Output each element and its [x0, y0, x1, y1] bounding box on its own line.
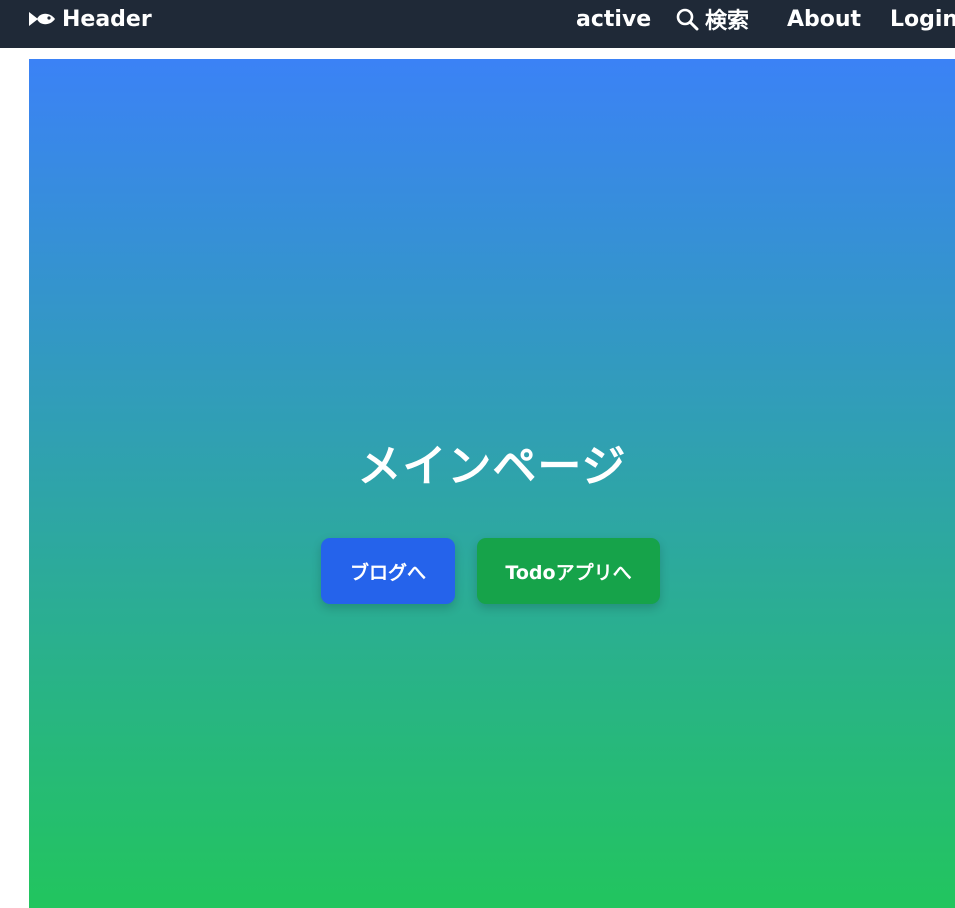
nav-search-link[interactable]: 検索: [675, 0, 749, 38]
nav-search-label: 検索: [705, 9, 750, 34]
fish-icon: [28, 10, 56, 28]
nav-about-link[interactable]: About: [787, 0, 861, 38]
page-title: メインページ: [357, 441, 627, 492]
search-icon: [675, 7, 699, 31]
brand-link[interactable]: Header: [28, 0, 152, 38]
blog-button[interactable]: ブログへ: [321, 538, 455, 604]
todo-app-button-label: Todoアプリへ: [505, 561, 632, 584]
todo-app-button[interactable]: Todoアプリへ: [477, 538, 660, 604]
nav-about-label: About: [787, 6, 862, 32]
nav-active-label: active: [576, 6, 652, 32]
top-navbar: Header active 検索 About Login: [0, 0, 955, 48]
nav-active-link[interactable]: active: [576, 0, 651, 38]
nav-login-label: Login: [890, 6, 955, 32]
nav-login-link[interactable]: Login: [890, 0, 955, 38]
brand-label: Header: [62, 6, 152, 32]
hero-section: メインページ ブログへ Todoアプリへ: [29, 59, 955, 908]
blog-button-label: ブログへ: [349, 561, 426, 584]
